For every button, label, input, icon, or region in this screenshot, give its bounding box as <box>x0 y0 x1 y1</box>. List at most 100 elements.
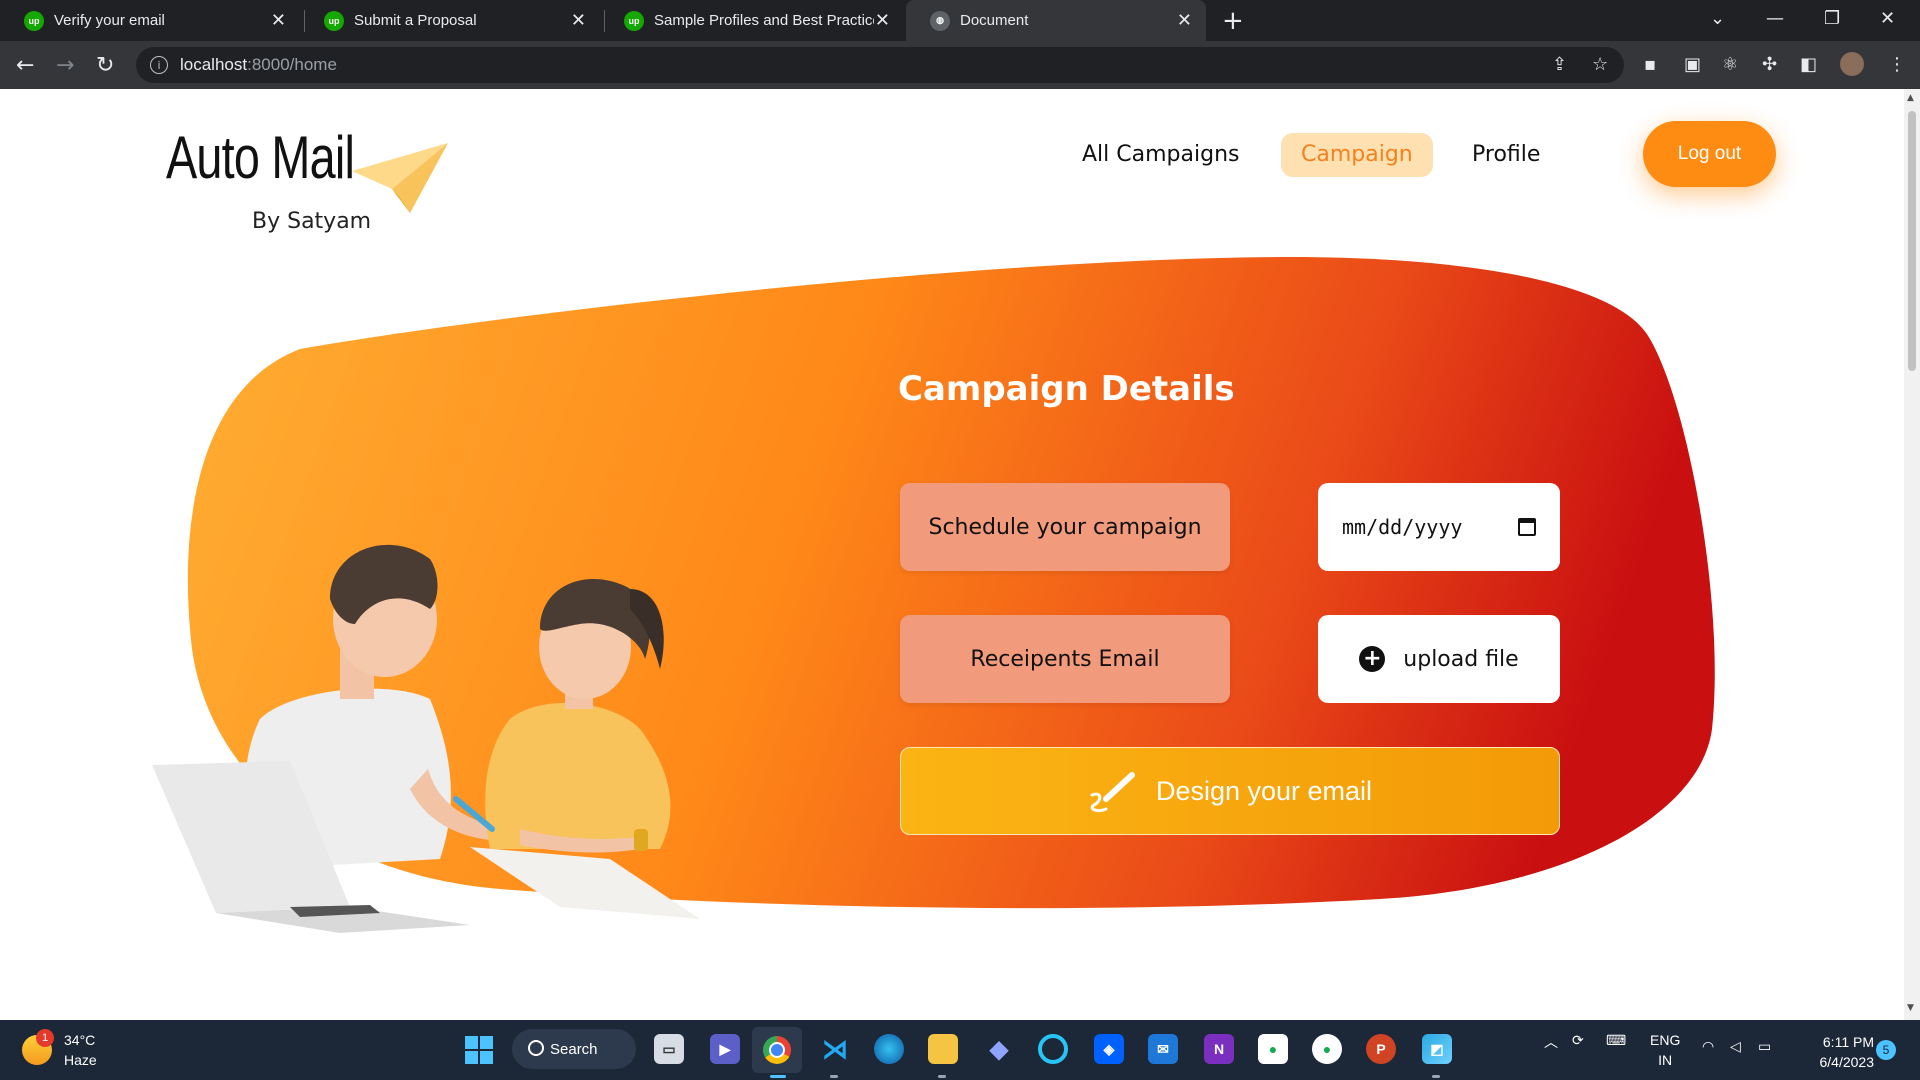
dropbox-icon[interactable]: ◈ <box>1094 1034 1124 1064</box>
tab-title: Verify your email <box>54 12 165 29</box>
nav-profile[interactable]: Profile <box>1452 133 1560 177</box>
design-email-label: Design your email <box>1155 775 1373 806</box>
browser-toolbar: ← → ↻ i localhost:8000/home <box>0 41 1920 89</box>
tab-title: Submit a Proposal <box>354 12 477 29</box>
tab-search-icon[interactable]: ⌄ <box>1710 8 1725 29</box>
mongodb-compass-icon[interactable]: ● <box>1258 1034 1288 1064</box>
browser-tab[interactable]: up Verify your email ✕ <box>0 0 300 41</box>
url-text: localhost:8000/home <box>180 55 337 75</box>
back-icon[interactable]: ← <box>16 53 34 78</box>
profile-avatar[interactable] <box>1840 52 1864 76</box>
close-icon[interactable]: ✕ <box>271 10 286 31</box>
notification-badge[interactable]: 5 <box>1876 1040 1896 1060</box>
window-close-icon[interactable]: ✕ <box>1880 8 1895 29</box>
browser-tab[interactable]: up Submit a Proposal ✕ <box>300 0 600 41</box>
upwork-icon: up <box>624 10 644 31</box>
pen-signature-icon <box>1090 772 1135 813</box>
extension-icon[interactable]: ▪ <box>1644 54 1656 75</box>
address-bar[interactable]: i localhost:8000/home <box>136 47 1624 83</box>
date-placeholder: mm/dd/yyyy <box>1342 515 1463 539</box>
logout-button[interactable]: Log out <box>1643 121 1776 187</box>
react-devtools-icon[interactable]: ⚛ <box>1722 54 1738 75</box>
windows-start-icon[interactable] <box>465 1036 493 1064</box>
taskbar-search-label: Search <box>550 1040 598 1058</box>
edge-icon[interactable] <box>874 1034 904 1064</box>
mongodb-icon[interactable]: ● <box>1312 1034 1342 1064</box>
language-indicator[interactable]: ENG IN <box>1650 1030 1680 1070</box>
campaign-details-title: Campaign Details <box>898 369 1235 409</box>
open-app-indicator <box>1432 1075 1440 1078</box>
powerpoint-icon[interactable]: P <box>1366 1034 1396 1064</box>
extensions-puzzle-icon[interactable]: ✣ <box>1762 54 1777 75</box>
reload-icon[interactable]: ↻ <box>96 53 114 78</box>
keyboard-icon[interactable]: ⌨ <box>1606 1032 1626 1049</box>
tab-title: Document <box>960 12 1029 29</box>
tray-overflow-icon[interactable]: ︿ <box>1544 1032 1558 1052</box>
mail-icon[interactable]: ✉ <box>1148 1034 1178 1064</box>
share-icon[interactable]: ⇪ <box>1552 54 1567 75</box>
language-code: ENG <box>1650 1032 1681 1048</box>
windows-taskbar: 1 34°C Haze Search ▭ ▶ ⋊ ◆ ◈ ✉ N ● ● P ◩… <box>0 1020 1920 1080</box>
upwork-icon: up <box>24 10 44 31</box>
upload-file-button[interactable]: + upload file <box>1318 615 1560 703</box>
scroll-down-icon[interactable]: ▼ <box>1907 1003 1914 1013</box>
browser-tab[interactable]: up Sample Profiles and Best Practice ✕ <box>600 0 904 41</box>
clock-date: 6/4/2023 <box>1819 1054 1875 1070</box>
forward-icon[interactable]: → <box>56 53 74 78</box>
close-icon[interactable]: ✕ <box>571 10 586 31</box>
photos-icon[interactable]: ◩ <box>1422 1034 1452 1064</box>
bookmark-star-icon[interactable]: ☆ <box>1592 54 1608 75</box>
nav-campaign[interactable]: Campaign <box>1281 133 1433 177</box>
browser-tab-bar: up Verify your email ✕ up Submit a Propo… <box>0 0 1920 41</box>
schedule-campaign-label: Schedule your campaign <box>900 483 1230 571</box>
chrome-icon[interactable] <box>752 1027 802 1073</box>
clock-time: 6:11 PM <box>1822 1034 1874 1050</box>
restore-icon[interactable]: ❐ <box>1824 8 1840 29</box>
close-icon[interactable]: ✕ <box>1177 10 1192 31</box>
logo-title: Auto Mail <box>166 124 355 191</box>
calendar-icon[interactable] <box>1518 518 1536 536</box>
new-tab-button[interactable]: + <box>1222 6 1244 36</box>
wifi-icon[interactable]: ◠ <box>1702 1038 1714 1055</box>
site-info-icon[interactable]: i <box>150 56 168 74</box>
power-automate-icon[interactable]: ◆ <box>984 1034 1014 1064</box>
search-icon <box>528 1040 544 1056</box>
extension-icon[interactable]: ▣ <box>1684 54 1701 75</box>
url-path: :8000/home <box>247 55 337 74</box>
upload-file-label: upload file <box>1403 646 1519 672</box>
teams-chat-icon[interactable]: ▶ <box>710 1034 740 1064</box>
onenote-icon[interactable]: N <box>1204 1034 1234 1064</box>
chrome-menu-icon[interactable]: ⋮ <box>1888 54 1906 75</box>
minimize-icon[interactable]: — <box>1766 8 1784 29</box>
paper-plane-icon <box>352 143 448 213</box>
task-view-icon[interactable]: ▭ <box>654 1034 684 1064</box>
close-icon[interactable]: ✕ <box>875 10 890 31</box>
weather-sun-icon: 1 <box>22 1029 54 1065</box>
side-panel-icon[interactable]: ◧ <box>1800 54 1817 75</box>
nav-all-campaigns[interactable]: All Campaigns <box>1062 133 1259 177</box>
page-content: Auto Mail By Satyam All Campaigns Campai… <box>0 89 1904 1020</box>
browser-tab-active[interactable]: ◍ Document ✕ <box>906 0 1206 41</box>
recipients-email-label: Receipents Email <box>900 615 1230 703</box>
open-app-indicator <box>830 1075 838 1078</box>
sync-icon[interactable]: ⟳ <box>1572 1032 1584 1049</box>
plus-circle-icon: + <box>1359 646 1386 672</box>
scroll-up-icon[interactable]: ▲ <box>1907 93 1914 103</box>
battery-icon[interactable]: ▭ <box>1758 1038 1771 1055</box>
volume-icon[interactable]: ◁ <box>1730 1038 1741 1055</box>
design-email-button[interactable]: Design your email <box>900 747 1560 835</box>
cortana-icon[interactable] <box>1038 1034 1068 1064</box>
upwork-icon: up <box>324 10 344 31</box>
clock[interactable]: 6:11 PM 6/4/2023 <box>1800 1032 1875 1072</box>
globe-icon: ◍ <box>930 10 950 31</box>
file-explorer-icon[interactable] <box>928 1034 958 1064</box>
tab-title: Sample Profiles and Best Practice <box>654 12 874 29</box>
weather-widget[interactable]: 1 34°C Haze <box>22 1029 97 1070</box>
logo[interactable]: Auto Mail By Satyam <box>166 123 448 234</box>
schedule-date-input[interactable]: mm/dd/yyyy <box>1318 483 1560 571</box>
vscode-icon[interactable]: ⋊ <box>820 1034 850 1064</box>
taskbar-search[interactable]: Search <box>512 1029 636 1069</box>
page-scrollbar[interactable]: ▲ ▼ <box>1904 89 1920 1020</box>
url-host: localhost <box>180 55 248 74</box>
scrollbar-thumb[interactable] <box>1908 111 1916 371</box>
